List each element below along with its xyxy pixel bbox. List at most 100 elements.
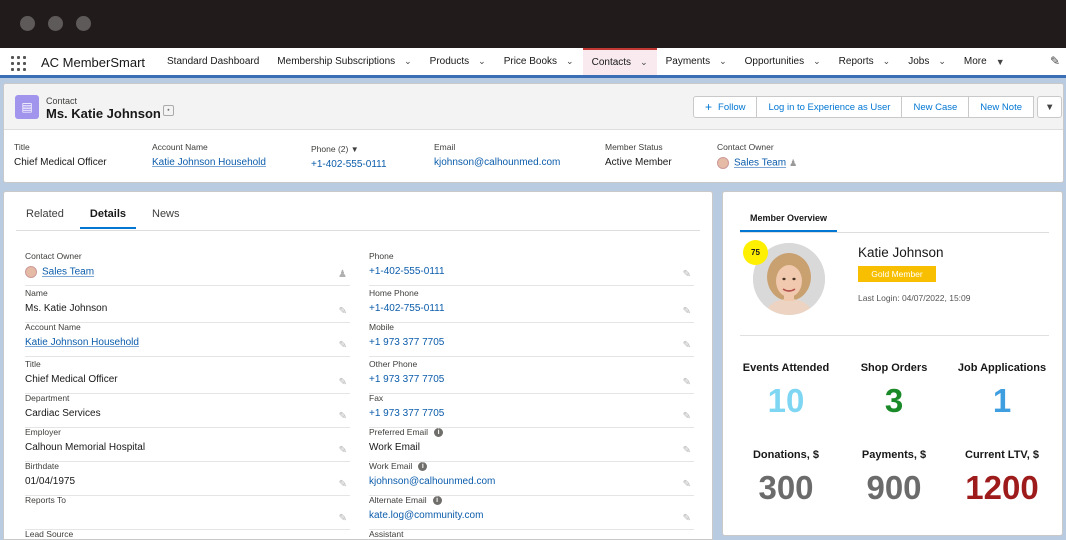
tab-member-overview[interactable]: Member Overview bbox=[740, 213, 838, 232]
pencil-icon[interactable]: ✎ bbox=[683, 445, 691, 456]
home-phone-link[interactable]: +1-402-755-0111 bbox=[369, 303, 694, 314]
phone-link[interactable]: +1-402-555-0111 bbox=[369, 266, 694, 277]
nav-item-contacts[interactable]: Contacts ⌄ bbox=[582, 48, 657, 75]
stat-value: 10 bbox=[767, 382, 805, 419]
member-score-badge: 75 bbox=[743, 240, 768, 265]
phone-count-label: Phone (2) bbox=[311, 144, 349, 154]
alternate-email-link[interactable]: kate.log@community.com bbox=[369, 510, 694, 521]
change-owner-icon[interactable]: ♟ bbox=[338, 269, 347, 280]
pencil-icon[interactable]: ✎ bbox=[683, 340, 691, 351]
caret-down-icon[interactable]: ▼ bbox=[996, 57, 1005, 67]
field-label: Account Name bbox=[25, 322, 81, 332]
account-name-link[interactable]: Katie Johnson Household bbox=[152, 157, 266, 168]
stat-payments: Payments, $ 900 bbox=[839, 449, 949, 507]
follow-button[interactable]: + Follow bbox=[693, 96, 758, 118]
edit-nav-icon[interactable]: ✎ bbox=[1050, 54, 1060, 68]
stat-events-attended: Events Attended 10 bbox=[731, 362, 841, 420]
nav-tabs: Standard Dashboard Membership Subscripti… bbox=[158, 48, 1014, 75]
nav-item-membership-subscriptions[interactable]: Membership Subscriptions ⌄ bbox=[268, 48, 420, 75]
record-header-top: ▤ Contact Ms. Katie Johnson ⋆ + Follow Lo… bbox=[4, 84, 1063, 130]
nav-item-price-books[interactable]: Price Books ⌄ bbox=[495, 48, 583, 75]
pencil-icon[interactable]: ✎ bbox=[339, 513, 347, 524]
app-nav-bar: AC MemberSmart Standard Dashboard Member… bbox=[0, 48, 1066, 78]
nav-item-more[interactable]: More ▼ bbox=[955, 48, 1014, 75]
app-launcher-icon[interactable] bbox=[11, 56, 26, 71]
chevron-down-icon[interactable]: ⌄ bbox=[719, 56, 727, 67]
highlight-title: Title Chief Medical Officer bbox=[14, 142, 107, 168]
mobile-link[interactable]: +1 973 377 7705 bbox=[369, 337, 694, 348]
nav-item-label: Products bbox=[429, 56, 470, 67]
chevron-down-icon[interactable]: ⌄ bbox=[640, 57, 648, 68]
info-icon[interactable]: i bbox=[432, 495, 442, 505]
chevron-down-icon[interactable]: ⌄ bbox=[478, 56, 486, 67]
stat-value: 3 bbox=[884, 382, 904, 419]
other-phone-link[interactable]: +1 973 377 7705 bbox=[369, 374, 694, 385]
chevron-down-icon[interactable]: ⌄ bbox=[938, 56, 946, 67]
pencil-icon[interactable]: ✎ bbox=[683, 513, 691, 524]
window-minimize-dot[interactable] bbox=[48, 16, 63, 31]
tab-details[interactable]: Details bbox=[79, 208, 136, 229]
pencil-icon[interactable]: ✎ bbox=[683, 377, 691, 388]
pencil-icon[interactable]: ✎ bbox=[683, 479, 691, 490]
field-title: Title Chief Medical Officer ✎ bbox=[25, 359, 350, 394]
avatar bbox=[25, 266, 37, 278]
change-owner-icon[interactable]: ♟ bbox=[789, 158, 797, 168]
highlight-label: Email bbox=[434, 142, 456, 152]
field-value: Cardiac Services bbox=[25, 408, 101, 419]
stat-job-applications: Job Applications 1 bbox=[947, 362, 1057, 420]
chevron-down-icon[interactable]: ⌄ bbox=[404, 56, 412, 67]
caret-down-icon[interactable]: ▼ bbox=[351, 145, 359, 154]
stat-label: Current LTV, $ bbox=[965, 449, 1039, 461]
more-actions-button[interactable]: ▼ bbox=[1037, 96, 1063, 118]
owner-link[interactable]: Sales Team bbox=[42, 267, 94, 278]
pencil-icon[interactable]: ✎ bbox=[683, 269, 691, 280]
new-case-button[interactable]: New Case bbox=[901, 96, 970, 118]
field-label-text: Work Email bbox=[369, 461, 413, 471]
highlight-account-name: Account Name Katie Johnson Household bbox=[152, 142, 266, 168]
pencil-icon[interactable]: ✎ bbox=[339, 411, 347, 422]
field-label: Name bbox=[25, 288, 48, 298]
nav-item-label: Payments bbox=[665, 56, 711, 67]
owner-link[interactable]: Sales Team bbox=[734, 158, 786, 169]
pencil-icon[interactable]: ✎ bbox=[683, 306, 691, 317]
field-contact-owner: Contact Owner Sales Team ♟ bbox=[25, 251, 350, 286]
tab-news[interactable]: News bbox=[142, 208, 190, 229]
nav-item-opportunities[interactable]: Opportunities ⌄ bbox=[736, 48, 830, 75]
record-name: Ms. Katie Johnson bbox=[46, 106, 161, 121]
account-name-link[interactable]: Katie Johnson Household bbox=[25, 337, 350, 348]
email-link[interactable]: kjohnson@calhounmed.com bbox=[434, 157, 560, 168]
nav-item-payments[interactable]: Payments ⌄ bbox=[657, 48, 736, 75]
pencil-icon[interactable]: ✎ bbox=[339, 340, 347, 351]
pencil-icon[interactable]: ✎ bbox=[683, 411, 691, 422]
record-tabs: Related Details News bbox=[16, 208, 196, 229]
field-label: Assistant bbox=[369, 529, 404, 539]
work-email-link[interactable]: kjohnson@calhounmed.com bbox=[369, 476, 694, 487]
nav-item-label: Reports bbox=[838, 56, 874, 67]
nav-item-reports[interactable]: Reports ⌄ bbox=[830, 48, 900, 75]
pencil-icon[interactable]: ✎ bbox=[339, 377, 347, 388]
tab-related[interactable]: Related bbox=[16, 208, 74, 229]
chevron-down-icon[interactable]: ⌄ bbox=[566, 56, 574, 67]
pencil-icon[interactable]: ✎ bbox=[339, 445, 347, 456]
login-experience-button[interactable]: Log in to Experience as User bbox=[756, 96, 903, 118]
hierarchy-icon[interactable]: ⋆ bbox=[163, 105, 174, 116]
window-close-dot[interactable] bbox=[20, 16, 35, 31]
new-note-button[interactable]: New Note bbox=[968, 96, 1034, 118]
nav-item-products[interactable]: Products ⌄ bbox=[421, 48, 495, 75]
field-label-text: Preferred Email bbox=[369, 427, 429, 437]
field-birthdate: Birthdate 01/04/1975 ✎ bbox=[25, 461, 350, 496]
stat-value: 1200 bbox=[965, 469, 1039, 506]
info-icon[interactable]: i bbox=[434, 427, 444, 437]
window-zoom-dot[interactable] bbox=[76, 16, 91, 31]
info-icon[interactable]: i bbox=[418, 461, 428, 471]
nav-item-jobs[interactable]: Jobs ⌄ bbox=[899, 48, 955, 75]
fax-link[interactable]: +1 973 377 7705 bbox=[369, 408, 694, 419]
chevron-down-icon[interactable]: ⌄ bbox=[883, 56, 891, 67]
overview-divider bbox=[740, 335, 1049, 336]
phone-link[interactable]: +1-402-555-0111 bbox=[311, 159, 387, 170]
pencil-icon[interactable]: ✎ bbox=[339, 306, 347, 317]
details-panel: Related Details News Contact Owner Sales… bbox=[3, 191, 713, 540]
nav-item-standard-dashboard[interactable]: Standard Dashboard bbox=[158, 48, 268, 75]
pencil-icon[interactable]: ✎ bbox=[339, 479, 347, 490]
chevron-down-icon[interactable]: ⌄ bbox=[813, 56, 821, 67]
